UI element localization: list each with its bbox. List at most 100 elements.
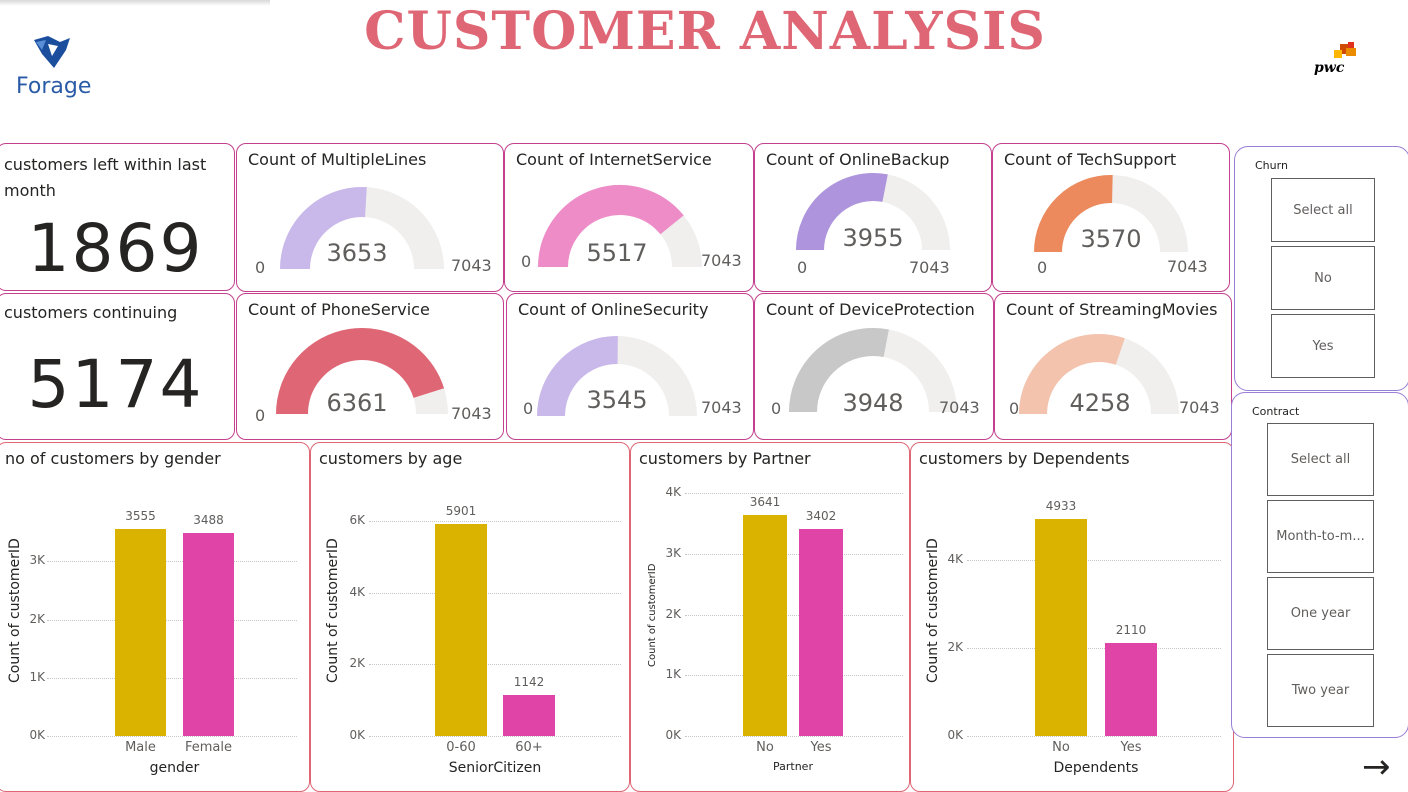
page-title: CUSTOMER ANALYSIS [364, 1, 1046, 62]
gauge-svg [537, 336, 697, 417]
gauge-svg [1019, 334, 1179, 415]
gauge-card-techsupport[interactable]: Count of TechSupport 3570 0 7043 [992, 143, 1230, 292]
pwc-mark-icon [1334, 42, 1356, 58]
x-axis-label: Partner [773, 760, 813, 773]
gauge-value: 3948 [842, 389, 904, 417]
gridline [369, 520, 621, 522]
chart-title: customers by age [319, 449, 463, 468]
data-label: 2110 [1115, 623, 1147, 638]
kpi-card-churned: customers left within last month 1869 [0, 143, 235, 291]
gauge-card-multiplelines[interactable]: Count of MultipleLines 3653 0 7043 [236, 143, 504, 292]
gauge-max: 7043 [909, 258, 950, 277]
bar [743, 514, 787, 736]
y-tick-label: 1K [665, 667, 681, 682]
forage-mark-icon [34, 36, 70, 68]
gauge-max: 7043 [451, 256, 492, 275]
top-shadow [0, 0, 270, 6]
gauge-card-onlinebackup[interactable]: Count of OnlineBackup 3955 0 7043 [754, 143, 992, 292]
x-tick-label: No [756, 740, 774, 755]
data-label: 3488 [193, 512, 224, 527]
gridline [369, 664, 621, 666]
chart-card-age[interactable]: customers by age 0K 2K 4K 6K 5901 0-60 1142 60+ C… [310, 442, 630, 792]
gauge-svg [796, 173, 950, 251]
chart-card-dependents[interactable]: customers by Dependents 0K 2K 4K 4933 No 2110 Y… [910, 442, 1234, 792]
arrow-right-icon[interactable]: → [1362, 750, 1398, 786]
slicer-option-select-all[interactable]: Select all [1271, 178, 1375, 242]
x-tick-label: Yes [810, 740, 832, 755]
gauge-min: 0 [523, 399, 534, 418]
chart-card-partner[interactable]: customers by Partner 0K 1K 2K 3K 4K 3641 No 3402… [630, 442, 910, 792]
slicer-option-yes[interactable]: Yes [1271, 314, 1375, 378]
pwc-logo: pwc [1310, 42, 1370, 82]
gridline [685, 614, 903, 616]
y-axis-label: Count of customerID [325, 538, 341, 683]
gauge-value: 3653 [326, 239, 388, 267]
bar [1105, 643, 1157, 736]
chart-title: customers by Dependents [919, 449, 1130, 468]
x-tick-label: Male [125, 740, 156, 755]
x-tick-label: Female [184, 740, 232, 755]
kpi-value: 1869 [27, 210, 204, 287]
gauge-max: 7043 [1179, 398, 1220, 417]
gauge-value: 6361 [326, 389, 388, 417]
bar [183, 532, 234, 736]
slicer-option-month-to-month[interactable]: Month-to-m... [1267, 500, 1374, 573]
data-label: 3555 [125, 508, 156, 523]
gauge-max: 7043 [939, 398, 980, 417]
slicer-option-one-year[interactable]: One year [1267, 577, 1374, 650]
gauge-card-deviceprotection[interactable]: Count of DeviceProtection 3948 0 7043 [754, 293, 994, 440]
chart-title: no of customers by gender [5, 449, 221, 468]
slicer-contract: Contract Select all Month-to-m... One ye… [1231, 392, 1408, 738]
gauge-card-streamingmovies[interactable]: Count of StreamingMovies 4258 0 7043 [994, 293, 1232, 440]
bar [1035, 519, 1087, 736]
gauge-value: 3955 [842, 224, 904, 252]
x-axis-label: gender [149, 760, 200, 776]
gridline [967, 736, 1221, 737]
gauge-min: 0 [771, 399, 782, 418]
slicer-option-no[interactable]: No [1271, 246, 1375, 310]
chart-title: customers by Partner [639, 449, 811, 468]
y-tick-label: 0K [349, 728, 365, 742]
gauge-card-internetservice[interactable]: Count of InternetService 5517 0 7043 [504, 143, 754, 292]
slicer-title: Contract [1252, 405, 1300, 418]
x-tick-label: Yes [1120, 740, 1142, 755]
gridline [685, 553, 903, 555]
kpi-value: 5174 [27, 346, 204, 423]
gauge-card-phoneservice[interactable]: Count of PhoneService 6361 0 7043 [236, 293, 504, 440]
gridline [369, 736, 621, 737]
gridline [47, 561, 297, 563]
gauge-max: 7043 [1167, 257, 1208, 276]
slicer-option-select-all[interactable]: Select all [1267, 423, 1374, 496]
gauge-svg [789, 328, 957, 413]
data-label: 1142 [513, 675, 545, 690]
y-axis-label: Count of customerID [7, 538, 23, 683]
pwc-logo-text: pwc [1314, 60, 1345, 76]
bar [799, 529, 843, 736]
bar [115, 528, 166, 736]
x-tick-label: 60+ [515, 740, 543, 755]
slicer-title: Churn [1255, 159, 1288, 172]
chart-card-gender[interactable]: no of customers by gender 0K 1K 2K 3K 3555 Mal… [0, 442, 310, 792]
forage-logo: Forage [12, 34, 96, 104]
kpi-label: customers continuing [4, 303, 178, 322]
gauge-max: 7043 [451, 404, 492, 423]
forage-logo-text: Forage [16, 74, 92, 99]
gauge-value: 4258 [1069, 389, 1131, 417]
data-label: 3641 [749, 494, 781, 509]
kpi-card-continuing: customers continuing 5174 [0, 293, 235, 440]
slicer-option-two-year[interactable]: Two year [1267, 654, 1374, 727]
gauge-value: 5517 [586, 239, 648, 267]
y-tick-label: 3K [665, 545, 681, 560]
gauge-card-onlinesecurity[interactable]: Count of OnlineSecurity 3545 0 7043 [506, 293, 754, 440]
gauge-max: 7043 [701, 398, 742, 417]
gridline [47, 736, 297, 737]
x-tick-label: No [1052, 740, 1070, 755]
gauge-value: 3545 [586, 386, 648, 414]
bar [435, 524, 487, 736]
bar [503, 695, 555, 736]
gridline [47, 619, 297, 621]
y-tick-label: 0K [29, 728, 45, 742]
data-label: 3402 [805, 509, 837, 524]
y-axis-label: Count of customerID [647, 563, 658, 667]
gauge-min: 0 [1037, 258, 1048, 277]
